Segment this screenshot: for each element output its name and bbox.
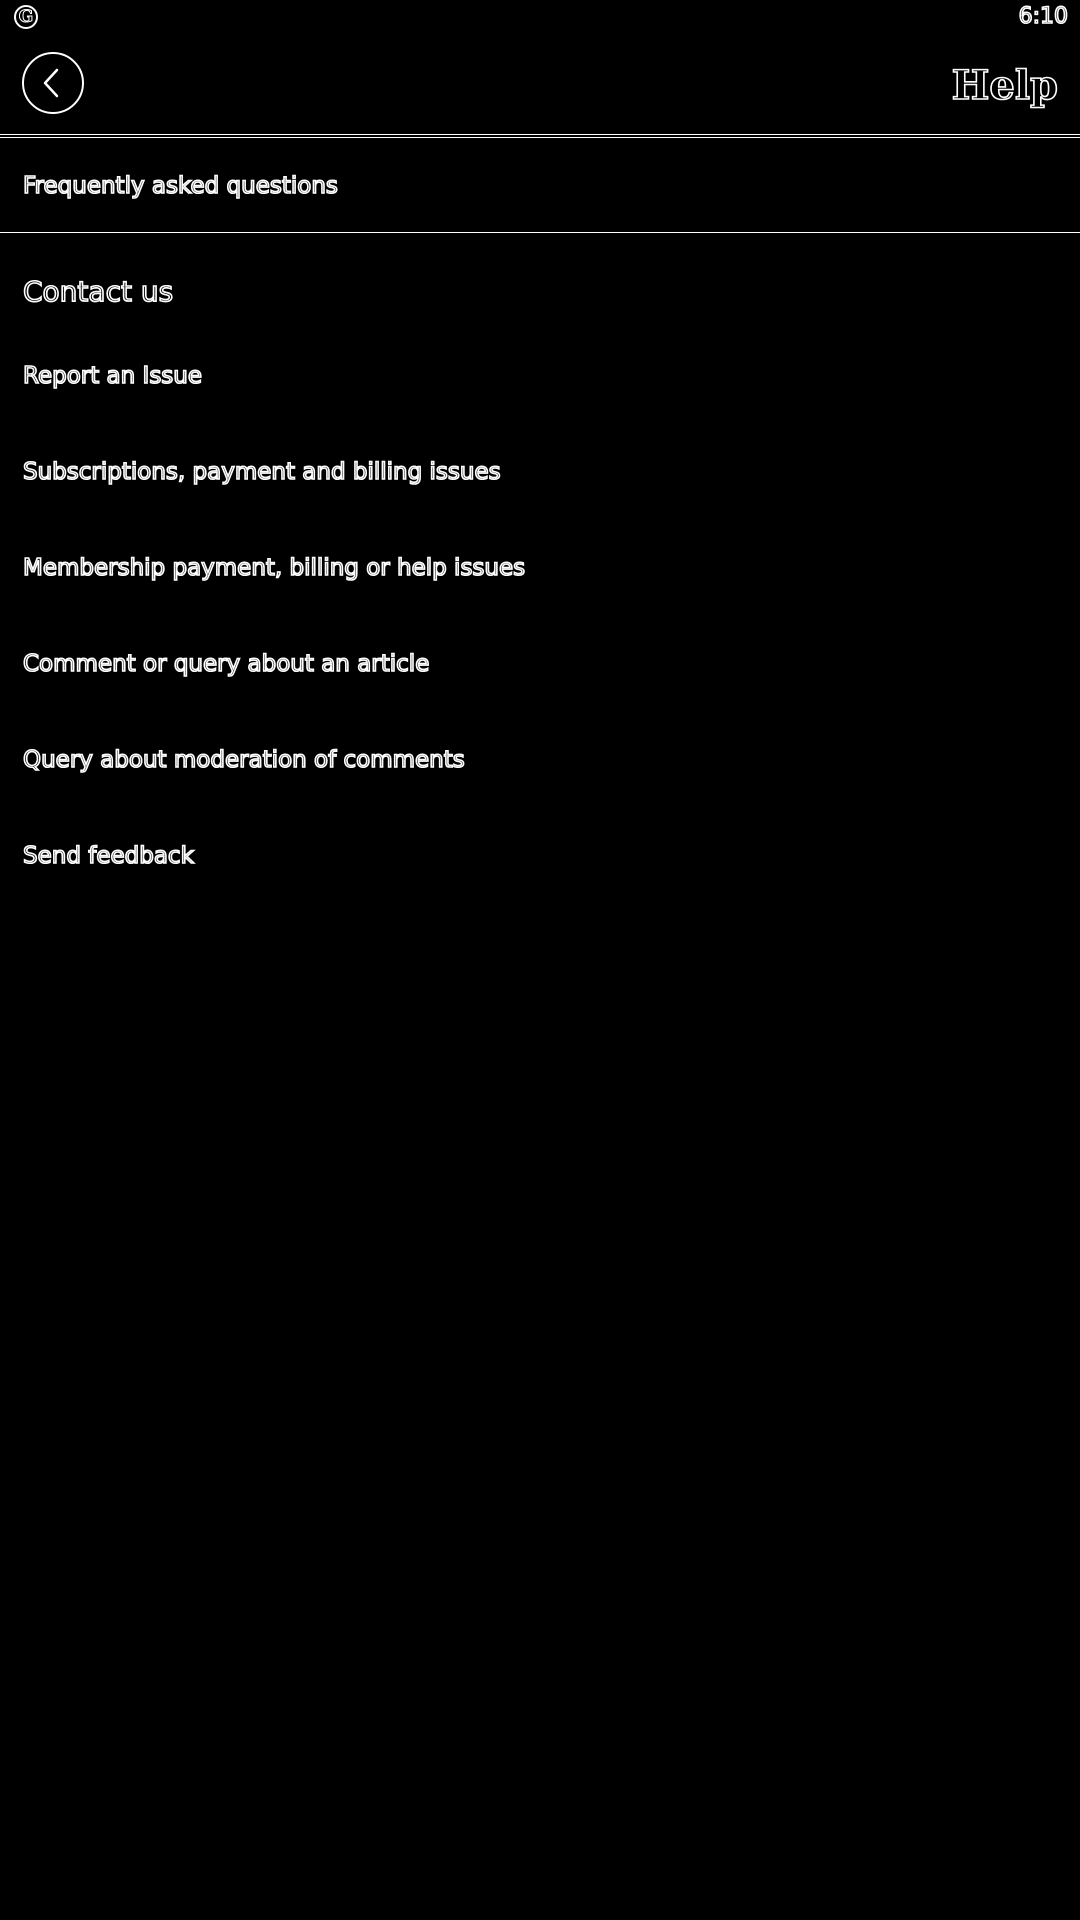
- contact-item-subscriptions[interactable]: Subscriptions, payment and billing issue…: [0, 436, 1080, 532]
- section-divider: [0, 232, 1080, 233]
- contact-item-report-issue[interactable]: Report an Issue: [0, 340, 1080, 436]
- back-button[interactable]: [22, 52, 84, 114]
- faq-label: Frequently asked questions: [22, 172, 338, 200]
- status-time: 6:10: [1018, 3, 1069, 30]
- contact-us-heading: Contact us: [22, 274, 174, 309]
- contact-item-label: Report an Issue: [22, 362, 203, 390]
- contact-item-label: Comment or query about an article: [22, 650, 430, 678]
- page-title: Help: [951, 62, 1059, 109]
- contact-item-article-query[interactable]: Comment or query about an article: [0, 628, 1080, 724]
- guardian-logo-icon: G: [14, 5, 38, 29]
- contact-item-label: Query about moderation of comments: [22, 746, 465, 774]
- status-bar: G 6:10: [0, 0, 1080, 36]
- contact-list: Report an Issue Subscriptions, payment a…: [0, 340, 1080, 916]
- chevron-left-icon: [43, 68, 59, 98]
- contact-item-label: Send feedback: [22, 842, 195, 870]
- contact-item-moderation[interactable]: Query about moderation of comments: [0, 724, 1080, 820]
- contact-item-label: Membership payment, billing or help issu…: [22, 554, 526, 582]
- contact-item-feedback[interactable]: Send feedback: [0, 820, 1080, 916]
- faq-link[interactable]: Frequently asked questions: [0, 138, 1080, 232]
- app-header: Help: [0, 36, 1080, 134]
- contact-item-membership[interactable]: Membership payment, billing or help issu…: [0, 532, 1080, 628]
- contact-item-label: Subscriptions, payment and billing issue…: [22, 458, 501, 486]
